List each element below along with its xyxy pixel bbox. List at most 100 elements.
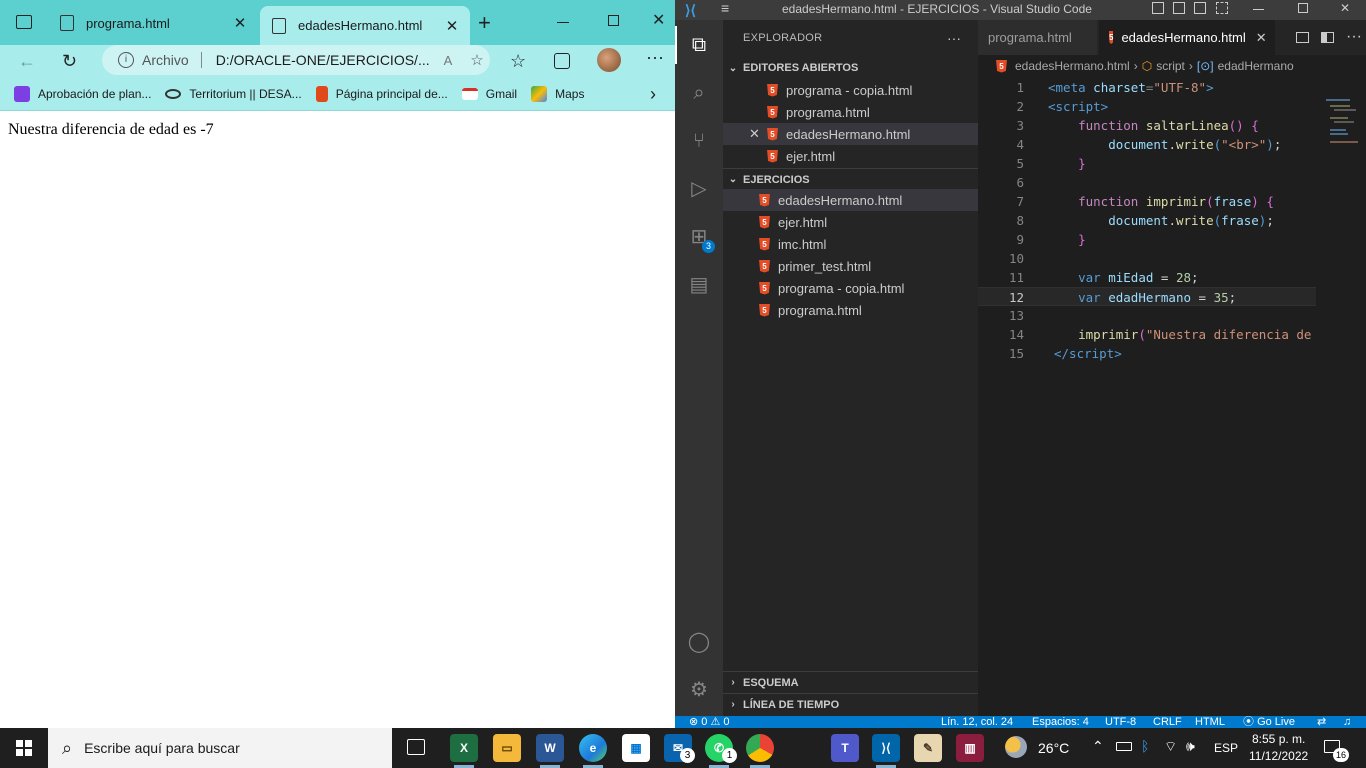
split-editor-icon[interactable] — [1321, 32, 1334, 43]
open-editor-item-active[interactable]: ✕ 5 edadesHermano.html — [723, 123, 978, 145]
file-explorer-icon[interactable]: ▭ — [493, 734, 521, 762]
breadcrumb-script[interactable]: script — [1156, 59, 1185, 73]
settings-gear-icon[interactable]: ⚙ — [687, 678, 711, 702]
volume-icon[interactable]: 🕪 — [1186, 738, 1195, 755]
bookmark-item[interactable]: Página principal de... — [315, 86, 448, 102]
run-debug-icon[interactable]: ▷ — [687, 177, 711, 201]
close-window-icon[interactable]: ✕ — [1340, 1, 1350, 15]
collections-icon[interactable] — [554, 53, 570, 69]
excel-icon[interactable]: X — [450, 734, 478, 762]
minimize-icon[interactable] — [557, 22, 569, 23]
indentation[interactable]: Espacios: 4 — [1032, 716, 1089, 728]
explorer-icon[interactable]: ⧉ — [687, 33, 711, 57]
language-mode[interactable]: HTML — [1195, 716, 1225, 728]
more-icon[interactable]: ··· — [646, 47, 664, 68]
favorite-add-icon[interactable]: ☆ — [470, 51, 483, 69]
vscode-icon[interactable]: ⟩⟨ — [872, 734, 900, 762]
problems-indicator[interactable]: ⊗ 0 ⚠ 0 — [689, 716, 730, 728]
encoding[interactable]: UTF-8 — [1105, 716, 1136, 728]
open-editor-item[interactable]: 5 programa.html — [723, 101, 978, 123]
chevron-right-icon[interactable]: › — [650, 84, 656, 105]
clock-date[interactable]: 11/12/2022 — [1249, 749, 1308, 763]
taskbar-search[interactable]: ⌕ Escribe aquí para buscar — [48, 728, 392, 768]
close-icon[interactable]: ✕ — [1256, 30, 1267, 46]
source-control-icon[interactable]: ⑂ — [687, 129, 711, 153]
new-tab-button[interactable]: + — [478, 10, 491, 36]
search-icon[interactable]: ⌕ — [687, 81, 711, 105]
breadcrumb-symbol[interactable]: edadHermano — [1218, 59, 1294, 73]
maximize-icon[interactable] — [1298, 3, 1308, 13]
avatar[interactable] — [597, 48, 621, 72]
tab-actions-icon[interactable] — [16, 15, 32, 29]
close-icon[interactable]: ✕ — [230, 14, 250, 32]
open-preview-icon[interactable] — [1296, 32, 1309, 43]
menu-icon[interactable]: ≡ — [721, 0, 729, 16]
start-windows-icon[interactable] — [16, 740, 32, 756]
maximize-icon[interactable] — [608, 15, 619, 26]
minimize-icon[interactable] — [1253, 9, 1264, 10]
bookmark-item[interactable]: Gmail — [461, 87, 517, 101]
bluetooth-icon[interactable]: ᛒ — [1141, 738, 1149, 754]
section-title: EJERCICIOS — [743, 173, 810, 186]
notifications-icon[interactable]: ♫ — [1343, 716, 1351, 728]
browser-tab-programa[interactable]: programa.html ✕ — [48, 6, 258, 40]
accounts-icon[interactable]: ◯ — [687, 630, 711, 654]
address-bar[interactable]: i Archivo D:/ORACLE-ONE/EJERCICIOS/... A… — [102, 45, 490, 75]
back-icon[interactable]: ← — [18, 51, 36, 72]
feedback-icon[interactable]: ⇄ — [1317, 716, 1326, 728]
folder-section[interactable]: ⌄ EJERCICIOS — [723, 168, 978, 190]
cursor-position[interactable]: Lín. 12, col. 24 — [941, 716, 1013, 728]
layout-sidebar-icon[interactable] — [1152, 2, 1164, 14]
browser-tab-edades[interactable]: edadesHermano.html ✕ — [260, 6, 470, 45]
file-item-selected[interactable]: 5 edadesHermano.html — [723, 189, 978, 211]
timeline-section[interactable]: › LÍNEA DE TIEMPO — [723, 693, 978, 715]
language-indicator[interactable]: ESP — [1214, 741, 1238, 755]
file-item[interactable]: 5 programa.html — [723, 299, 978, 321]
bookmark-item[interactable]: Aprobación de plan... — [14, 86, 151, 102]
open-editor-item[interactable]: 5 ejer.html — [723, 145, 978, 167]
code-editor[interactable]: 1 <meta charset="UTF-8"> 2 <script> 3 func… — [978, 78, 1316, 363]
chrome-icon[interactable] — [746, 734, 774, 762]
close-icon[interactable]: ✕ — [749, 126, 767, 142]
more-actions-icon[interactable]: ··· — [947, 30, 961, 46]
close-window-icon[interactable]: ✕ — [652, 10, 665, 30]
close-icon[interactable]: ✕ — [442, 17, 462, 35]
winrar-icon[interactable]: ▥ — [956, 734, 984, 762]
wifi-icon[interactable]: ⌔ — [1164, 738, 1177, 756]
read-aloud-icon[interactable]: A — [444, 53, 453, 68]
chevron-down-icon: ⌄ — [728, 62, 738, 74]
editor-tab-edades[interactable]: 5 edadesHermano.html ✕ — [1099, 20, 1275, 55]
customize-layout-icon[interactable] — [1216, 2, 1228, 14]
weather-icon[interactable] — [1005, 736, 1027, 758]
store-icon[interactable]: ▦ — [622, 734, 650, 762]
chevron-up-icon[interactable]: ⌃ — [1092, 738, 1104, 755]
file-item[interactable]: 5 programa - copia.html — [723, 277, 978, 299]
paint-icon[interactable]: ✎ — [914, 734, 942, 762]
minimap[interactable] — [1316, 77, 1366, 717]
clock-time[interactable]: 8:55 p. m. — [1252, 732, 1305, 746]
teams-icon[interactable]: T — [831, 734, 859, 762]
bookmark-item[interactable]: Maps — [531, 86, 584, 102]
file-item[interactable]: 5 ejer.html — [723, 211, 978, 233]
more-actions-icon[interactable]: ··· — [1346, 28, 1362, 46]
edge-icon[interactable]: e — [579, 734, 607, 762]
open-editors-section[interactable]: ⌄ EDITORES ABIERTOS — [723, 57, 978, 79]
layout-panel-icon[interactable] — [1173, 2, 1185, 14]
editor-tab-programa[interactable]: programa.html — [978, 20, 1098, 55]
favorites-icon[interactable]: ☆ — [510, 51, 526, 72]
bookmark-item[interactable]: Territorium || DESA... — [165, 87, 302, 101]
open-editor-item[interactable]: 5 programa - copia.html — [723, 79, 978, 101]
refresh-icon[interactable]: ↻ — [62, 51, 77, 72]
battery-icon[interactable] — [1116, 742, 1132, 751]
eol[interactable]: CRLF — [1153, 716, 1182, 728]
file-item[interactable]: 5 primer_test.html — [723, 255, 978, 277]
address-separator — [200, 52, 202, 68]
outline-section[interactable]: › ESQUEMA — [723, 671, 978, 693]
layout-secondary-icon[interactable] — [1194, 2, 1206, 14]
breadcrumb-file[interactable]: edadesHermano.html — [1015, 59, 1130, 73]
word-icon[interactable]: W — [536, 734, 564, 762]
remote-explorer-icon[interactable]: ▤ — [687, 273, 711, 297]
file-item[interactable]: 5 imc.html — [723, 233, 978, 255]
go-live-button[interactable]: ⦿ Go Live — [1243, 716, 1295, 728]
task-view-icon[interactable] — [407, 739, 425, 755]
